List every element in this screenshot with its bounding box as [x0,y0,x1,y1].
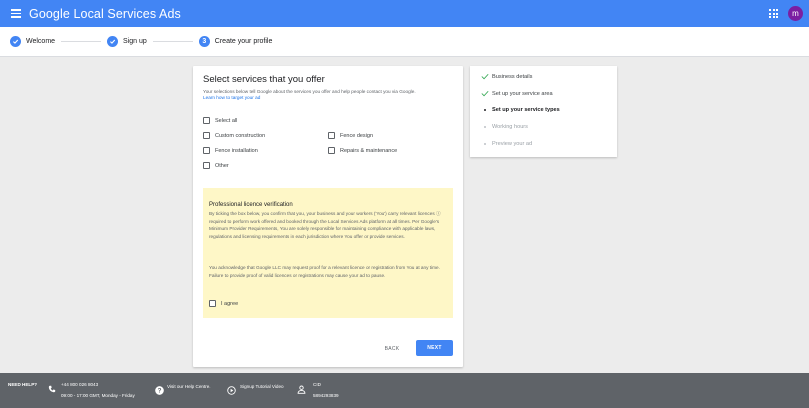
fence-installation-checkbox[interactable]: Fence installation [203,147,258,154]
licence-paragraph: You acknowledge that Google LLC may requ… [209,265,440,278]
help-centre-link[interactable]: Visit our Help Centre. [167,384,211,389]
progress-item-label: Set up your service area [492,90,553,97]
cid-label: CID [313,382,321,387]
checkbox-box[interactable] [203,162,210,169]
apps-grid-icon[interactable] [769,9,778,18]
card-title: Select services that you offer [203,74,325,85]
checkbox-label: I agree [221,300,239,307]
progress-item-service-types: Set up your service types [481,107,560,113]
services-card: Select services that you offer Your sele… [193,66,463,367]
custom-construction-checkbox[interactable]: Custom construction [203,132,265,139]
licence-verification-panel: Professional licence verification By tic… [203,188,453,318]
step-sign-up: Sign up [107,36,147,47]
checkbox-box[interactable] [328,147,335,154]
progress-item-business-details: Business details [481,73,532,80]
checkbox-label: Fence design [340,132,374,139]
repairs-maintenance-checkbox[interactable]: Repairs & maintenance [328,147,397,154]
progress-item-working-hours: Working hours [481,124,528,130]
app-bar: Google Local Services Ads m [0,0,809,27]
checkbox-label: Other [215,162,229,169]
play-icon [227,382,236,400]
support-hours: 09:00 - 17:00 GMT, Monday - Friday [61,393,135,398]
licence-paragraph: By ticking the box below, you confirm th… [209,211,441,239]
bullet-icon [481,108,489,112]
check-icon [481,73,489,80]
agree-checkbox[interactable]: I agree [209,300,238,307]
checkbox-label: Repairs & maintenance [340,147,398,154]
step-divider [152,41,193,42]
step-create-profile-label: Create your profile [214,38,273,45]
svg-text:?: ? [158,388,162,395]
check-icon [481,90,489,97]
next-button[interactable]: NEXT [416,340,453,356]
step-divider [61,41,102,42]
progress-item-label: Working hours [492,124,528,130]
phone-number[interactable]: +44 800 026 8043 [61,382,98,387]
profile-progress-card: Business details Set up your service are… [470,66,617,157]
step-sign-up-label: Sign up [123,38,147,45]
other-checkbox[interactable]: Other [203,162,229,169]
progress-item-preview-ad: Preview your ad [481,141,532,147]
progress-item-label: Set up your service types [492,107,560,113]
card-description: Your selections below tell Google about … [203,89,416,94]
select-all-checkbox[interactable]: Select all [203,117,237,124]
help-footer: NEED HELP? +44 800 026 8043 09:00 - 17:0… [0,373,809,408]
app-title: Google Local Services Ads [29,6,181,21]
step-create-profile: 3 Create your profile [198,36,273,47]
menu-icon[interactable] [11,9,21,18]
checkbox-box[interactable] [203,117,210,124]
avatar[interactable]: m [788,6,803,21]
checkbox-label: Custom construction [215,132,266,139]
checkbox-label: Select all [215,117,238,124]
help-icon: ? [155,382,164,400]
fence-design-checkbox[interactable]: Fence design [328,132,373,139]
checkbox-box[interactable] [203,147,210,154]
signup-stepper: Welcome Sign up 3 Create your profile [0,27,809,57]
licence-title: Professional licence verification [209,202,293,208]
checkbox-box[interactable] [203,132,210,139]
step-welcome: Welcome [10,36,55,47]
check-icon [10,36,21,47]
progress-item-label: Business details [492,73,533,80]
tutorial-video-link[interactable]: Signup Tutorial Video [240,384,284,389]
step-welcome-label: Welcome [26,38,56,45]
progress-item-label: Preview your ad [492,141,533,147]
cid-value: 5894293839 [313,393,339,398]
checkbox-label: Fence installation [215,147,258,154]
phone-icon [48,380,56,398]
progress-item-service-area: Set up your service area [481,90,553,97]
step-number: 3 [198,36,210,47]
bullet-icon [481,142,489,146]
target-ad-link[interactable]: Learn how to target your ad [203,95,260,100]
need-help-label: NEED HELP? [8,382,38,387]
checkbox-box[interactable] [209,300,216,307]
back-button[interactable]: BACK [376,342,408,355]
bullet-icon [481,125,489,129]
person-icon [297,381,306,399]
check-icon [107,36,119,47]
checkbox-box[interactable] [328,132,335,139]
